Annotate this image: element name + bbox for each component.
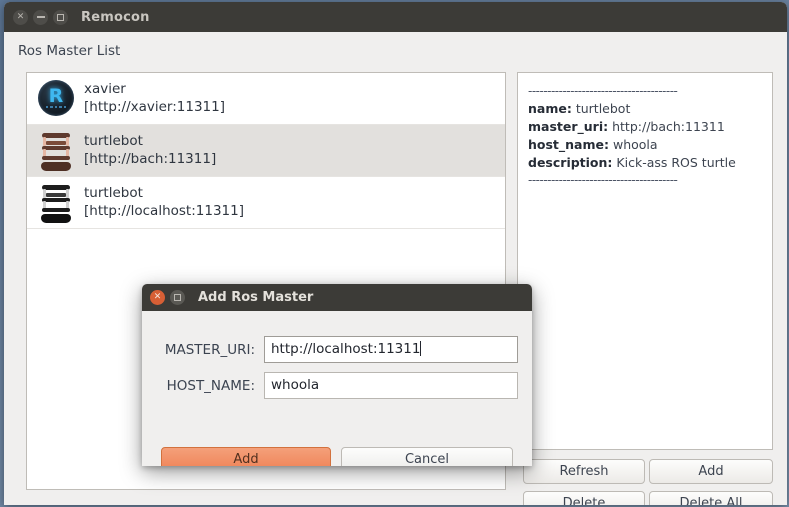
info-field-host-name: host_name: whoola bbox=[528, 136, 762, 154]
list-item-text: turtlebot [http://localhost:11311] bbox=[84, 185, 244, 221]
delete-button[interactable]: Delete bbox=[523, 491, 645, 505]
list-item-text: xavier [http://xavier:11311] bbox=[84, 81, 225, 117]
list-item-uri: [http://bach:11311] bbox=[84, 150, 217, 167]
info-key: master_uri: bbox=[528, 119, 609, 135]
list-item[interactable]: turtlebot [http://bach:11311] bbox=[27, 125, 505, 177]
master-uri-row: MASTER_URI: http://localhost:11311 bbox=[160, 336, 518, 363]
list-item-text: turtlebot [http://bach:11311] bbox=[84, 133, 216, 169]
dialog-title: Add Ros Master bbox=[198, 290, 314, 305]
info-divider-bottom: --------------------------------------- bbox=[528, 172, 678, 187]
text-caret bbox=[420, 341, 422, 356]
dialog-titlebar[interactable]: ✕ Add Ros Master bbox=[142, 284, 532, 311]
info-divider-top: --------------------------------------- bbox=[528, 84, 678, 98]
dialog-close-icon[interactable]: ✕ bbox=[150, 290, 165, 305]
add-ros-master-dialog: ✕ Add Ros Master MASTER_URI: http://loca… bbox=[142, 284, 532, 466]
master-uri-label: MASTER_URI: bbox=[164, 341, 255, 358]
dialog-add-button[interactable]: Add bbox=[161, 447, 331, 466]
main-window-titlebar[interactable]: ✕ Remocon bbox=[4, 2, 787, 32]
list-item-uri: [http://xavier:11311] bbox=[84, 98, 226, 115]
info-value: Kick-ass ROS turtle bbox=[616, 154, 736, 170]
maximize-icon[interactable] bbox=[53, 9, 68, 25]
delete-all-button[interactable]: Delete All bbox=[649, 491, 773, 505]
minimize-icon[interactable] bbox=[33, 9, 48, 25]
section-label: Ros Master List bbox=[18, 43, 121, 59]
turtlebot-brown-icon bbox=[35, 129, 75, 173]
list-item[interactable]: turtlebot [http://localhost:11311] bbox=[27, 177, 505, 229]
list-item-name: turtlebot bbox=[84, 132, 143, 149]
host-name-value: whoola bbox=[271, 377, 320, 393]
dialog-body: MASTER_URI: http://localhost:11311 HOST_… bbox=[142, 311, 532, 466]
master-info-panel: --------------------------------------- … bbox=[517, 72, 773, 450]
info-value: http://bach:11311 bbox=[612, 119, 725, 135]
add-button[interactable]: Add bbox=[649, 459, 773, 484]
refresh-button[interactable]: Refresh bbox=[523, 459, 645, 484]
list-item-name: turtlebot bbox=[84, 184, 143, 201]
host-name-input[interactable]: whoola bbox=[264, 372, 518, 399]
turtlebot-black-icon bbox=[35, 181, 75, 225]
host-name-label: HOST_NAME: bbox=[166, 377, 255, 394]
info-key: description: bbox=[528, 154, 613, 170]
dialog-maximize-icon[interactable] bbox=[170, 290, 185, 305]
ros-logo-icon: R bbox=[35, 77, 75, 121]
info-value: whoola bbox=[612, 136, 658, 152]
list-item[interactable]: R xavier [http://xavier:11311] bbox=[27, 73, 505, 125]
list-item-uri: [http://localhost:11311] bbox=[84, 202, 244, 219]
list-item-name: xavier bbox=[84, 80, 126, 97]
window-title: Remocon bbox=[81, 9, 150, 25]
info-field-master-uri: master_uri: http://bach:11311 bbox=[528, 118, 762, 136]
info-key: name: bbox=[528, 101, 572, 117]
host-name-row: HOST_NAME: whoola bbox=[160, 372, 518, 399]
dialog-cancel-button[interactable]: Cancel bbox=[341, 447, 513, 466]
master-uri-input[interactable]: http://localhost:11311 bbox=[264, 336, 518, 363]
info-field-description: description: Kick-ass ROS turtle bbox=[528, 154, 762, 172]
master-uri-value: http://localhost:11311 bbox=[271, 341, 421, 357]
close-icon[interactable]: ✕ bbox=[13, 9, 28, 25]
info-field-name: name: turtlebot bbox=[528, 100, 762, 118]
info-value: turtlebot bbox=[575, 101, 631, 117]
info-key: host_name: bbox=[528, 136, 609, 152]
